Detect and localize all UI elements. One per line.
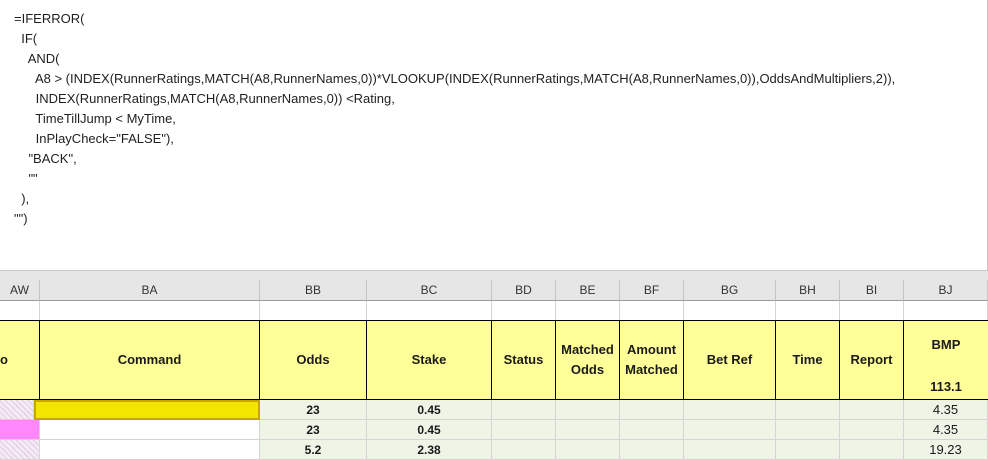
report-cell[interactable] [840,440,904,460]
cell[interactable] [40,301,260,321]
bmp-cell[interactable]: 4.35 [904,420,988,440]
bet-ref-cell[interactable] [684,420,776,440]
formula-line-10: ), [14,191,30,206]
column-header-ba[interactable]: BA [40,280,260,301]
cell[interactable] [776,301,840,321]
header-command[interactable]: Command [40,320,260,400]
bmp-cell[interactable]: 4.35 [904,400,988,420]
formula-line-5: INDEX(RunnerRatings,MATCH(A8,RunnerNames… [14,91,395,106]
odds-cell[interactable]: 23 [260,400,367,420]
amount-matched-cell[interactable] [620,420,684,440]
header-status[interactable]: Status [492,320,556,400]
header-bmp-total: 113.1 [930,379,962,394]
formula-line-2: IF( [14,31,38,46]
formula-line-7: InPlayCheck="FALSE"), [14,131,174,146]
column-header-be[interactable]: BE [556,280,620,301]
time-cell[interactable] [776,400,840,420]
cell[interactable] [260,301,367,321]
header-matched-odds[interactable]: Matched Odds [556,320,620,400]
header-report[interactable]: Report [840,320,904,400]
bmp-cell[interactable]: 19.23 [904,440,988,460]
formula-line-6: TimeTillJump < MyTime, [14,111,176,126]
cell[interactable] [367,301,492,321]
header-matched-odds-line1: Matched [561,342,614,357]
header-bmp-label: BMP [931,337,961,352]
command-cell-selected[interactable] [34,400,260,420]
formula-bar-divider[interactable] [0,270,988,280]
cell[interactable] [0,400,34,420]
time-cell[interactable] [776,440,840,460]
header-bet-ref[interactable]: Bet Ref [684,320,776,400]
matched-odds-cell[interactable] [556,440,620,460]
odds-cell[interactable]: 5.2 [260,440,367,460]
column-header-bg[interactable]: BG [684,280,776,301]
column-header-bb[interactable]: BB [260,280,367,301]
header-partial-left[interactable]: o [0,320,40,400]
status-cell[interactable] [492,420,556,440]
column-header-bc[interactable]: BC [367,280,492,301]
amount-matched-cell[interactable] [620,440,684,460]
stake-cell[interactable]: 0.45 [367,400,492,420]
column-header-bd[interactable]: BD [492,280,556,301]
cell[interactable] [556,301,620,321]
cell[interactable] [0,420,40,440]
header-amount-matched-line1: Amount [626,342,677,357]
formula-line-1: =IFERROR( [14,11,85,26]
matched-odds-cell[interactable] [556,400,620,420]
header-odds[interactable]: Odds [260,320,367,400]
column-header-bh[interactable]: BH [776,280,840,301]
command-cell[interactable] [40,420,260,440]
formula-bar[interactable]: =IFERROR( IF( AND( A8 > (INDEX(RunnerRat… [0,0,988,270]
report-cell[interactable] [840,420,904,440]
formula-line-9: "" [14,171,38,186]
cell[interactable] [0,440,40,460]
formula-line-3: AND( [14,51,60,66]
header-bmp[interactable]: BMP 113.1 [904,320,988,400]
column-header-aw[interactable]: AW [0,280,40,301]
status-cell[interactable] [492,440,556,460]
cell[interactable] [620,301,684,321]
bet-ref-cell[interactable] [684,400,776,420]
header-time[interactable]: Time [776,320,840,400]
amount-matched-cell[interactable] [620,400,684,420]
spreadsheet-grid: o Command Odds Stake Status Matched Odds… [0,301,988,460]
report-cell[interactable] [840,400,904,420]
column-header-bj[interactable]: BJ [904,280,988,301]
formula-line-4: A8 > (INDEX(RunnerRatings,MATCH(A8,Runne… [14,71,896,86]
header-matched-odds-line2: Odds [570,362,605,377]
stake-cell[interactable]: 0.45 [367,420,492,440]
cell[interactable] [684,301,776,321]
header-amount-matched[interactable]: Amount Matched [620,320,684,400]
header-amount-matched-line2: Matched [625,362,678,377]
formula-line-11: "") [14,211,28,226]
odds-cell[interactable]: 23 [260,420,367,440]
stake-cell[interactable]: 2.38 [367,440,492,460]
cell[interactable] [904,301,988,321]
time-cell[interactable] [776,420,840,440]
column-header-bi[interactable]: BI [840,280,904,301]
header-stake[interactable]: Stake [367,320,492,400]
column-header-bf[interactable]: BF [620,280,684,301]
bet-ref-cell[interactable] [684,440,776,460]
formula-line-8: "BACK", [14,151,77,166]
command-cell[interactable] [40,440,260,460]
matched-odds-cell[interactable] [556,420,620,440]
cell[interactable] [0,301,40,321]
status-cell[interactable] [492,400,556,420]
cell[interactable] [492,301,556,321]
cell[interactable] [840,301,904,321]
